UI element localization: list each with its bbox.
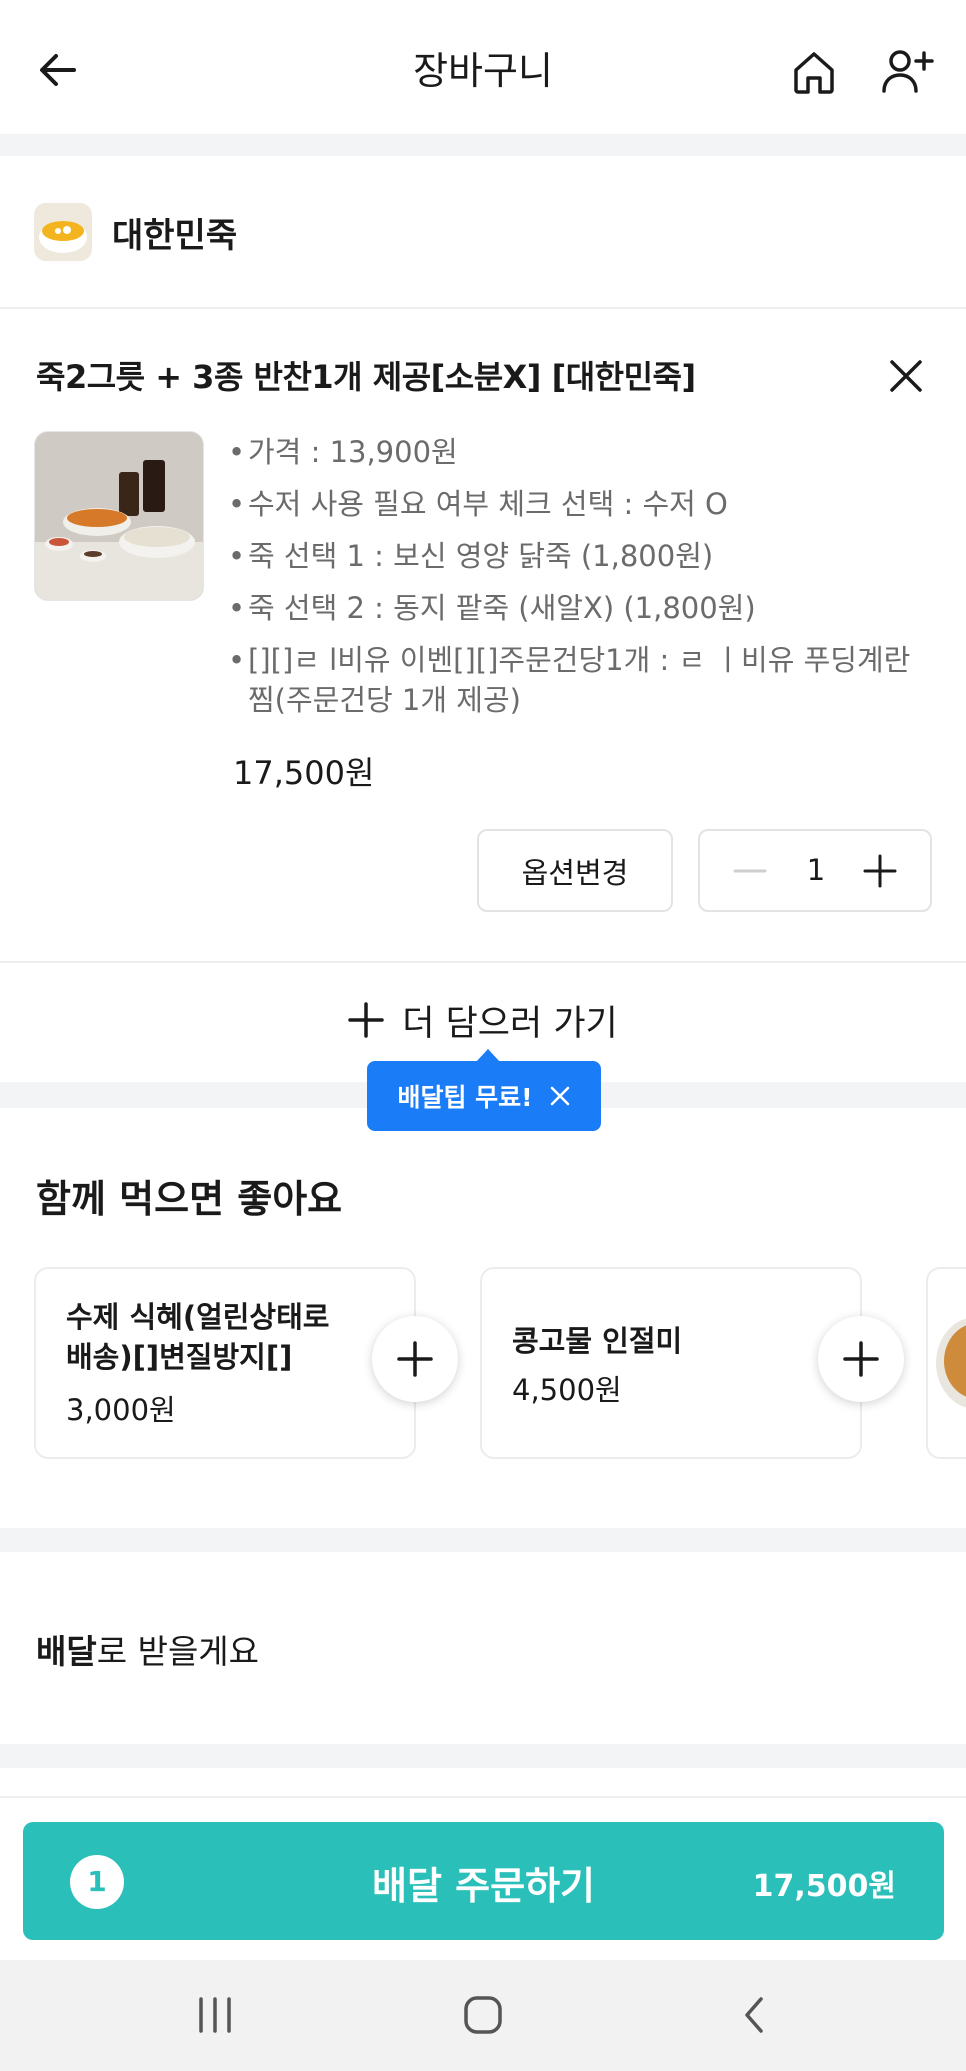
recommend-card[interactable]: 콩고물 인절미 4,500원 — [480, 1267, 862, 1459]
divider — [0, 1796, 966, 1798]
quantity-stepper: 1 — [698, 829, 932, 912]
plus-icon — [397, 1341, 433, 1377]
section-divider — [0, 1744, 966, 1768]
decrease-quantity-button[interactable] — [720, 831, 780, 910]
share-cart-button[interactable] — [876, 42, 940, 102]
recommend-add-button[interactable] — [372, 1316, 458, 1402]
cart-item-options: 가격 : 13,900원 수저 사용 필요 여부 체크 선택 : 수저 O 죽 … — [228, 432, 928, 732]
recommend-item-name: 콩고물 인절미 — [512, 1324, 683, 1358]
system-nav-bar — [0, 1960, 966, 2071]
home-button[interactable] — [784, 42, 844, 102]
home-nav-icon — [464, 1996, 502, 2034]
tooltip-close-button[interactable] — [549, 1085, 571, 1107]
option-line: 수저 사용 필요 여부 체크 선택 : 수저 O — [228, 484, 928, 524]
recent-apps-icon — [199, 1997, 231, 2033]
remove-item-button[interactable] — [880, 350, 932, 402]
section-divider — [0, 1528, 966, 1552]
option-line: 죽 선택 2 : 동지 팥죽 (새알X) (1,800원) — [228, 588, 928, 628]
option-line: 가격 : 13,900원 — [228, 432, 928, 472]
plus-icon — [863, 854, 897, 887]
plus-icon — [843, 1341, 879, 1377]
delivery-method[interactable]: 배달로 받을게요 — [36, 1625, 259, 1673]
recommend-add-button[interactable] — [818, 1316, 904, 1402]
close-icon — [890, 360, 922, 392]
change-option-button[interactable]: 옵션변경 — [477, 829, 673, 912]
plus-icon — [348, 1002, 385, 1038]
recommend-title: 함께 먹으면 좋아요 — [36, 1177, 343, 1221]
recommend-item-price: 3,000원 — [66, 1393, 176, 1427]
divider — [0, 307, 966, 309]
store-logo — [34, 203, 92, 261]
home-nav-button[interactable] — [448, 1980, 518, 2050]
recommend-card[interactable]: 수제 식혜(얼린상태로 배송)[]변질방지[] 3,000원 — [34, 1267, 416, 1459]
food-thumbnail — [936, 1318, 966, 1408]
tooltip-text: 배달팁 무료! — [397, 1083, 533, 1112]
minus-icon — [733, 869, 767, 872]
user-plus-icon — [882, 50, 934, 93]
home-icon — [794, 52, 834, 94]
option-line: [][]ㄹ l비유 이벤[][]주문건당1개 : ㄹ ㅣ비유 푸딩계란찜(주문건… — [228, 640, 928, 720]
recent-apps-button[interactable] — [180, 1980, 250, 2050]
app-header: 장바구니 — [0, 0, 966, 134]
delivery-method-bold: 배달 — [36, 1632, 97, 1671]
cart-item-price: 17,500원 — [233, 754, 375, 792]
order-total-price: 17,500원 — [752, 1869, 896, 1904]
cart-item-title: 죽2그릇 + 3종 반찬1개 제공[소분X] [대한민죽] — [36, 358, 696, 396]
section-divider — [0, 134, 966, 156]
recommend-card-partial[interactable] — [926, 1267, 966, 1459]
cart-item-image — [34, 431, 204, 601]
delivery-method-rest: 로 받을게요 — [96, 1632, 260, 1671]
chevron-left-icon — [745, 1997, 763, 2033]
increase-quantity-button[interactable] — [850, 831, 910, 910]
quantity-value: 1 — [806, 853, 826, 887]
back-nav-button[interactable] — [720, 1980, 790, 2050]
option-line: 죽 선택 1 : 보신 영양 닭죽 (1,800원) — [228, 536, 928, 576]
store-name[interactable]: 대한민죽 — [112, 208, 237, 257]
recommend-item-name: 수제 식혜(얼린상태로 배송)[]변질방지[] — [66, 1300, 330, 1374]
order-button[interactable]: 1 배달 주문하기 17,500원 — [23, 1822, 944, 1940]
add-more-label: 더 담으러 가기 — [402, 1003, 618, 1044]
free-delivery-tooltip: 배달팁 무료! — [367, 1061, 601, 1131]
close-icon — [550, 1086, 569, 1106]
recommend-item-price: 4,500원 — [512, 1373, 622, 1407]
